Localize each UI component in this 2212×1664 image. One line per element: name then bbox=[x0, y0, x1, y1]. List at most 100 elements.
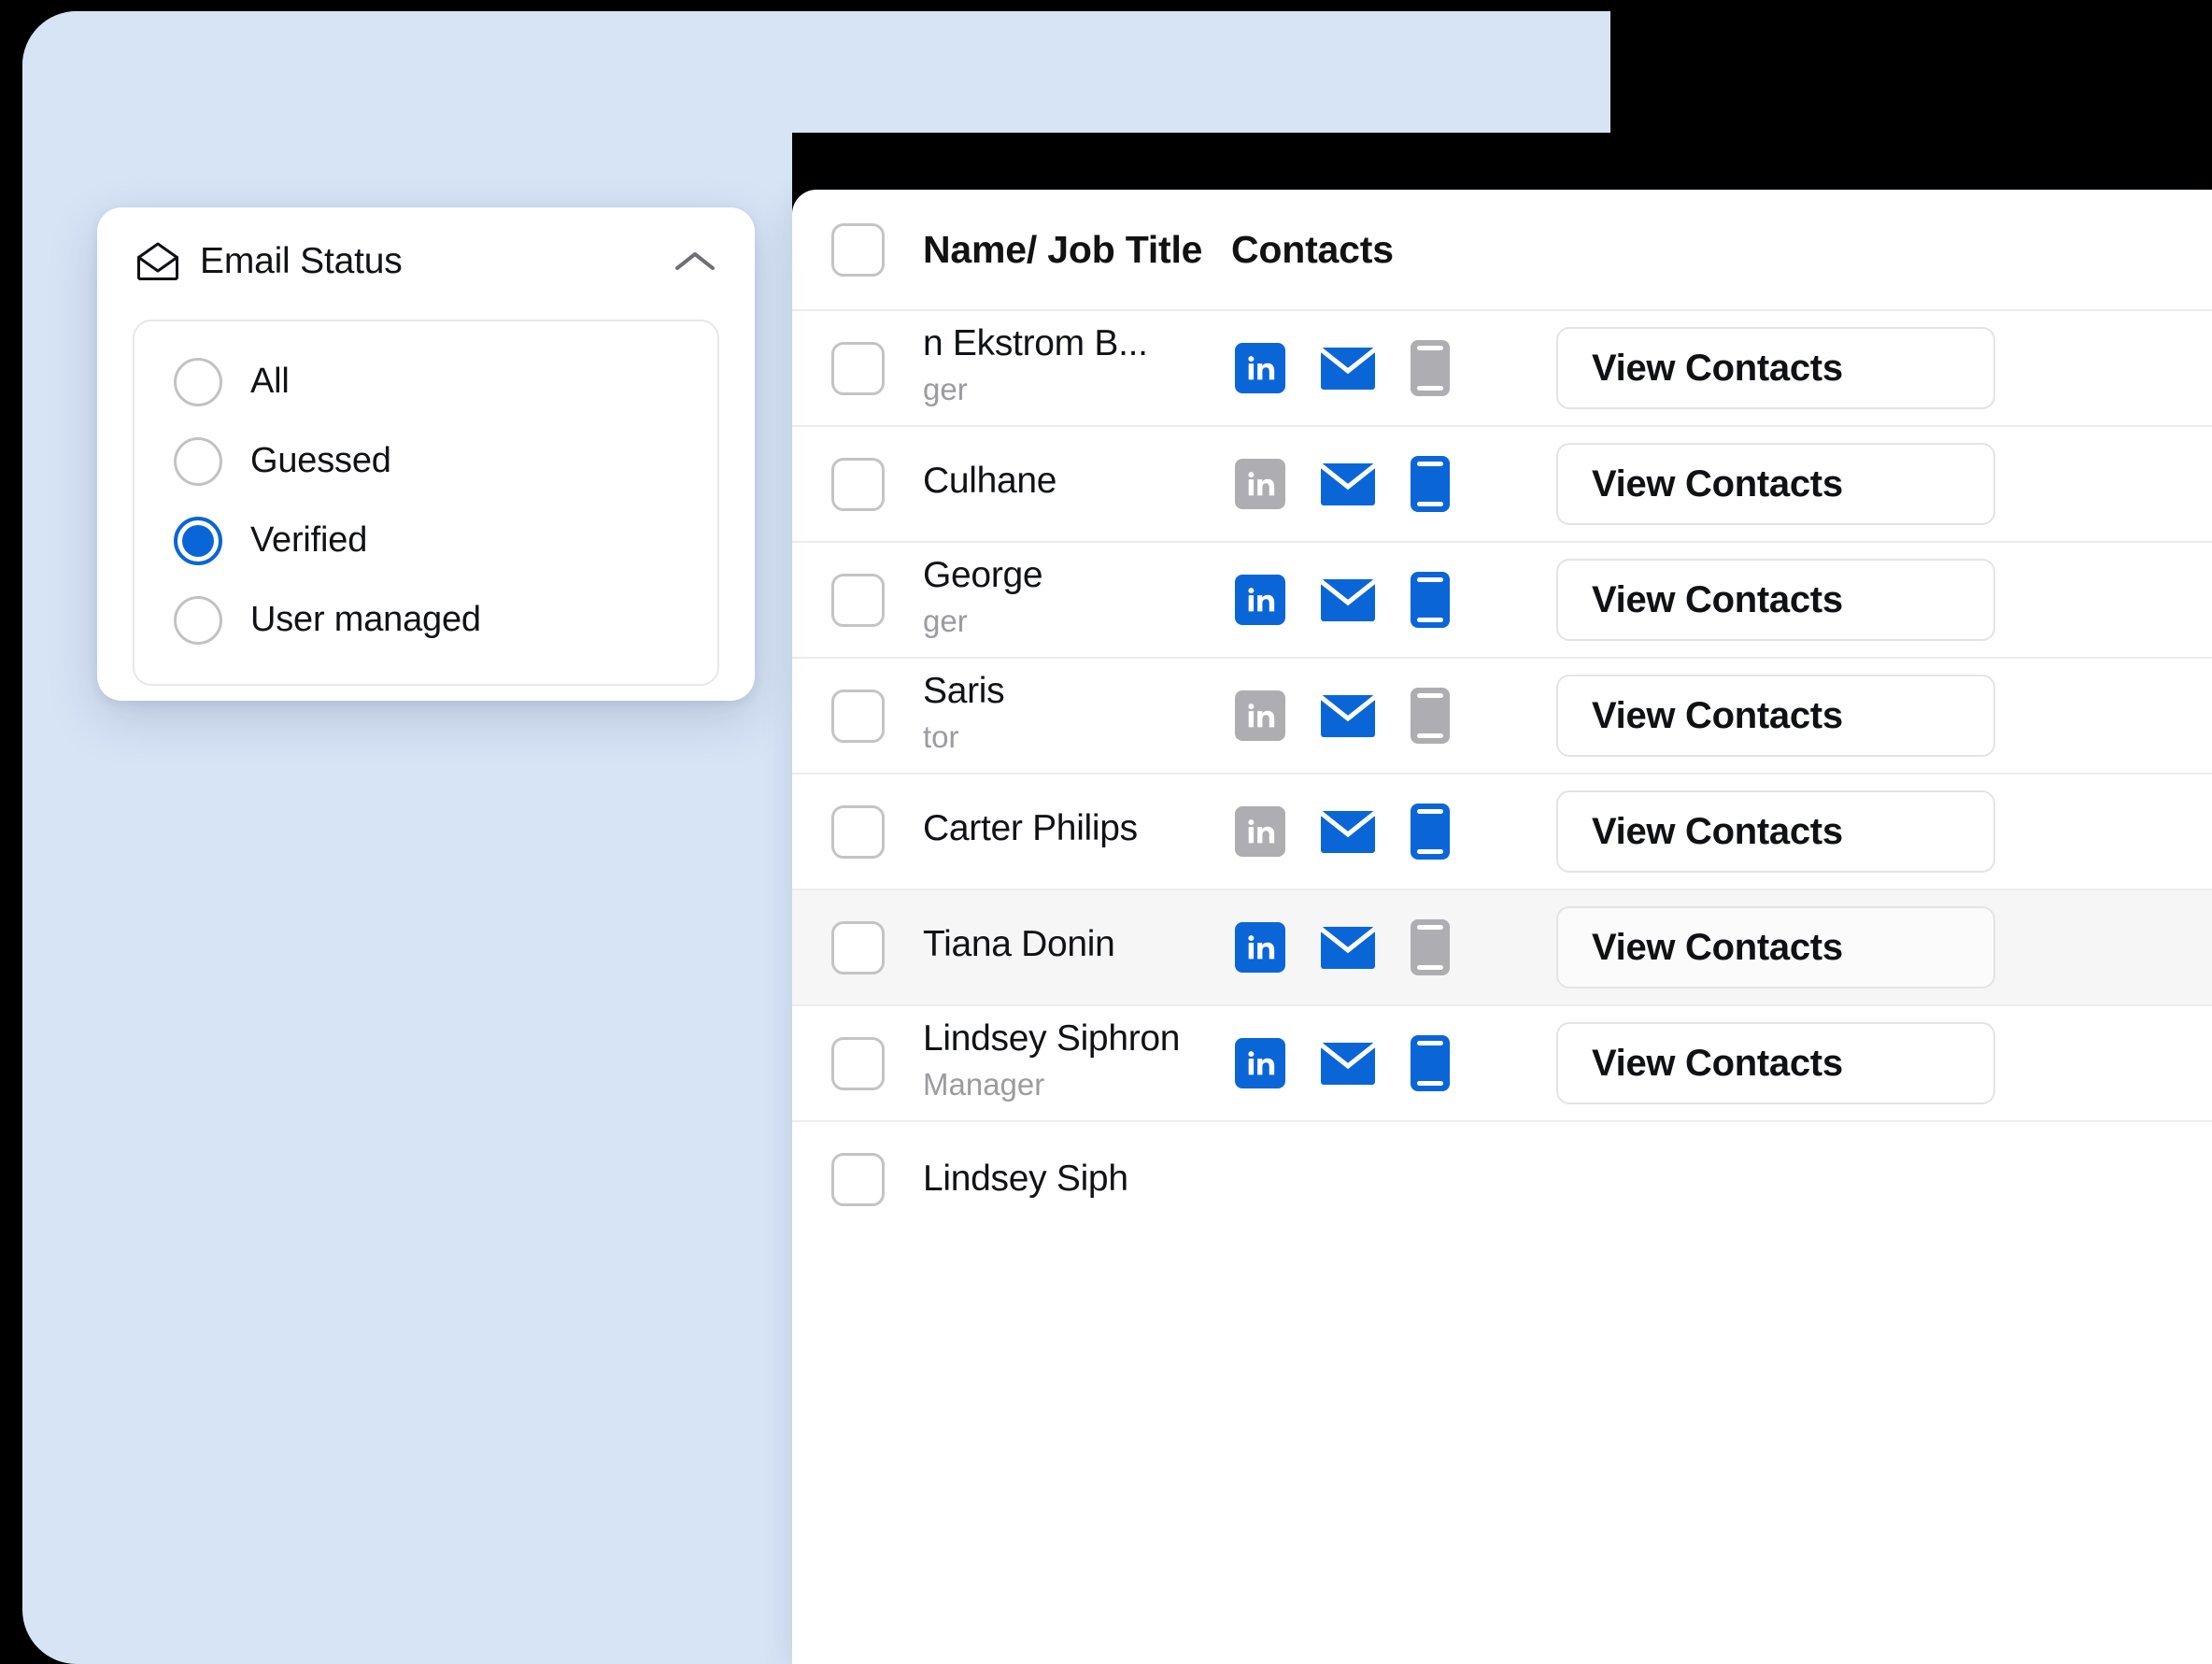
radio-user-managed[interactable] bbox=[174, 595, 222, 645]
row-contact-icons bbox=[1231, 919, 1539, 975]
row-select-cell[interactable] bbox=[792, 457, 923, 511]
view-contacts-button[interactable]: View Contacts bbox=[1556, 1022, 1995, 1104]
linkedin-icon[interactable] bbox=[1235, 922, 1285, 973]
email-icon[interactable] bbox=[1321, 578, 1375, 621]
table-row[interactable]: Lindsey Siph bbox=[792, 1120, 2212, 1236]
row-checkbox[interactable] bbox=[830, 1152, 885, 1206]
row-select-cell[interactable] bbox=[792, 804, 923, 859]
table-row[interactable]: Tiana Donin View Contacts bbox=[792, 889, 2212, 1004]
linkedin-icon[interactable] bbox=[1235, 575, 1285, 625]
row-contact-icons bbox=[1231, 572, 1539, 628]
option-label: Verified bbox=[250, 520, 368, 560]
option-label: All bbox=[250, 362, 290, 401]
radio-all[interactable] bbox=[174, 357, 222, 406]
view-contacts-button[interactable]: View Contacts bbox=[1556, 906, 1995, 988]
email-status-options-group: All Guessed Verified User managed bbox=[133, 320, 719, 686]
table-row[interactable]: Lindsey Siphron Manager View Contacts bbox=[792, 1004, 2212, 1120]
row-checkbox[interactable] bbox=[830, 457, 885, 511]
row-name-cell: n Ekstrom B... ger bbox=[923, 323, 1231, 410]
row-contact-icons bbox=[1231, 456, 1539, 512]
open-envelope-icon bbox=[136, 242, 179, 281]
row-checkbox[interactable] bbox=[830, 1036, 885, 1090]
row-action-cell: View Contacts bbox=[1539, 559, 2212, 641]
option-verified[interactable]: Verified bbox=[135, 501, 717, 580]
row-action-cell: View Contacts bbox=[1539, 327, 2212, 409]
row-select-cell[interactable] bbox=[792, 920, 923, 974]
email-icon[interactable] bbox=[1321, 1042, 1375, 1085]
linkedin-icon[interactable] bbox=[1235, 1038, 1285, 1088]
option-user-managed[interactable]: User managed bbox=[135, 580, 717, 660]
contact-job-title: Manager bbox=[923, 1067, 1045, 1102]
table-row[interactable]: n Ekstrom B... ger View Contacts bbox=[792, 309, 2212, 425]
table-row[interactable]: Saris tor View Contacts bbox=[792, 657, 2212, 773]
row-name-cell: Tiana Donin bbox=[923, 925, 1231, 970]
view-contacts-button[interactable]: View Contacts bbox=[1556, 675, 1995, 757]
row-checkbox[interactable] bbox=[830, 341, 885, 395]
row-select-cell[interactable] bbox=[792, 341, 923, 395]
column-header-contacts[interactable]: Contacts bbox=[1231, 228, 1394, 272]
row-action-cell: View Contacts bbox=[1539, 1022, 2212, 1104]
select-all-checkbox[interactable] bbox=[830, 222, 885, 277]
view-contacts-button[interactable]: View Contacts bbox=[1556, 443, 1995, 525]
row-name-cell: Lindsey Siphron Manager bbox=[923, 1018, 1231, 1105]
linkedin-icon[interactable] bbox=[1235, 343, 1285, 393]
row-action-cell: View Contacts bbox=[1539, 906, 2212, 988]
option-label: User managed bbox=[250, 600, 481, 639]
radio-guessed[interactable] bbox=[174, 436, 222, 486]
phone-icon[interactable] bbox=[1411, 572, 1450, 628]
email-status-header[interactable]: Email Status bbox=[97, 207, 755, 316]
email-icon[interactable] bbox=[1321, 694, 1375, 737]
phone-icon[interactable] bbox=[1411, 688, 1450, 744]
contact-name: Saris bbox=[923, 671, 1005, 712]
row-contact-icons bbox=[1231, 688, 1539, 744]
view-contacts-button[interactable]: View Contacts bbox=[1556, 327, 1995, 409]
contact-job-title: ger bbox=[923, 604, 968, 639]
table-row[interactable]: Culhane View Contacts bbox=[792, 425, 2212, 541]
row-select-cell[interactable] bbox=[792, 1036, 923, 1090]
row-select-cell[interactable] bbox=[792, 1152, 923, 1206]
contact-job-title: tor bbox=[923, 719, 959, 755]
email-icon[interactable] bbox=[1321, 347, 1375, 390]
email-icon[interactable] bbox=[1321, 462, 1375, 505]
contact-name: George bbox=[923, 555, 1043, 596]
popover-title: Email Status bbox=[200, 241, 403, 281]
contact-name: Lindsey Siph bbox=[923, 1158, 1128, 1199]
option-label: Guessed bbox=[250, 441, 391, 480]
contact-name: Lindsey Siphron bbox=[923, 1018, 1181, 1060]
row-contact-icons bbox=[1231, 1035, 1539, 1091]
table-row[interactable]: Carter Philips View Contacts bbox=[792, 773, 2212, 889]
phone-icon[interactable] bbox=[1411, 804, 1450, 860]
phone-icon[interactable] bbox=[1411, 1035, 1450, 1091]
view-contacts-button[interactable]: View Contacts bbox=[1556, 790, 1995, 873]
email-icon[interactable] bbox=[1321, 810, 1375, 853]
row-checkbox[interactable] bbox=[830, 689, 885, 743]
screenshot-root: Name/ Job Title Contacts n Ekstrom B... … bbox=[0, 0, 2212, 1664]
column-header-name-job-title[interactable]: Name/ Job Title bbox=[923, 228, 1231, 272]
phone-icon[interactable] bbox=[1411, 919, 1450, 975]
row-name-cell: George ger bbox=[923, 555, 1231, 642]
linkedin-icon[interactable] bbox=[1235, 459, 1285, 509]
row-checkbox[interactable] bbox=[830, 573, 885, 627]
table-header-row: Name/ Job Title Contacts bbox=[792, 190, 2212, 309]
row-checkbox[interactable] bbox=[830, 920, 885, 974]
option-all[interactable]: All bbox=[135, 342, 717, 421]
contact-name: Carter Philips bbox=[923, 807, 1138, 848]
email-icon[interactable] bbox=[1321, 926, 1375, 969]
select-all-cell[interactable] bbox=[792, 222, 923, 277]
row-contact-icons bbox=[1231, 340, 1539, 396]
row-select-cell[interactable] bbox=[792, 689, 923, 743]
row-action-cell: View Contacts bbox=[1539, 675, 2212, 757]
radio-verified[interactable] bbox=[174, 516, 222, 565]
row-action-cell: View Contacts bbox=[1539, 443, 2212, 525]
row-select-cell[interactable] bbox=[792, 573, 923, 627]
linkedin-icon[interactable] bbox=[1235, 690, 1285, 741]
phone-icon[interactable] bbox=[1411, 340, 1450, 396]
option-guessed[interactable]: Guessed bbox=[135, 421, 717, 501]
table-row[interactable]: George ger View Contacts bbox=[792, 541, 2212, 657]
chevron-up-icon[interactable] bbox=[673, 248, 717, 276]
contact-name: n Ekstrom B... bbox=[923, 323, 1148, 364]
phone-icon[interactable] bbox=[1411, 456, 1450, 512]
row-checkbox[interactable] bbox=[830, 804, 885, 859]
linkedin-icon[interactable] bbox=[1235, 806, 1285, 857]
view-contacts-button[interactable]: View Contacts bbox=[1556, 559, 1995, 641]
